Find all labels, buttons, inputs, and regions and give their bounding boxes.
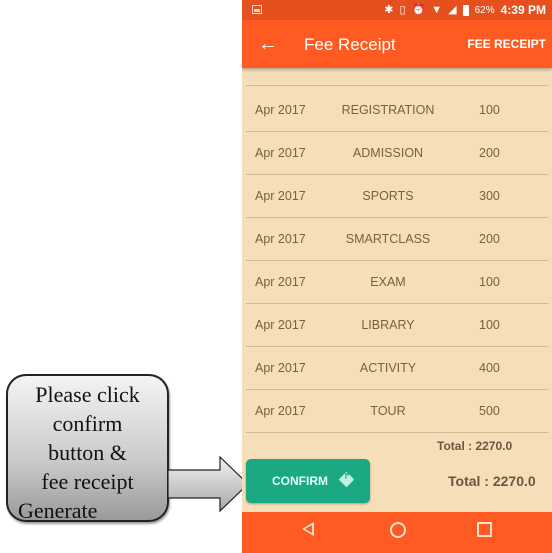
fee-month: Apr 2017 (255, 404, 306, 418)
fee-month: Apr 2017 (255, 103, 306, 117)
list-item: Apr 2017 EXAM 100 (242, 261, 552, 304)
fee-amount: 100 (479, 275, 500, 289)
fee-name: REGISTRATION (341, 103, 435, 117)
list-item: Apr 2017 LIBRARY 100 (242, 304, 552, 347)
callout-text: Please click confirm button & fee receip… (8, 380, 167, 525)
confirm-button[interactable]: CONFIRM (246, 459, 370, 503)
fee-name: TOUR (370, 404, 406, 418)
fee-amount: 500 (479, 404, 500, 418)
fee-amount: 100 (479, 103, 500, 117)
back-arrow-icon[interactable]: ← (258, 32, 278, 56)
fee-amount: 200 (479, 232, 500, 246)
footer-total: Total : 2270.0 (448, 473, 536, 489)
nav-home-icon[interactable] (390, 522, 406, 538)
fee-amount: 300 (479, 189, 500, 203)
fee-name: SPORTS (362, 189, 414, 203)
fee-name: EXAM (370, 275, 406, 289)
wifi-icon: ▼ (431, 4, 443, 16)
callout-line: fee receipt (41, 469, 134, 494)
list-item: Apr 2017 ACTIVITY 400 (242, 347, 552, 390)
nav-back-icon[interactable] (302, 522, 314, 536)
list-item-partial (242, 68, 552, 86)
pointer-arrow-icon (168, 456, 249, 512)
fee-amount: 100 (479, 318, 500, 332)
divider (246, 432, 548, 433)
callout-line: Please click (35, 382, 140, 407)
battery-icon (462, 4, 469, 16)
list-item: Apr 2017 TOUR 500 (242, 390, 552, 433)
fee-month: Apr 2017 (255, 146, 306, 160)
fee-name: ADMISSION (352, 146, 424, 160)
status-bar: ✱ ▯ ⏰ ▼ ◢ 62% 4:39 PM (242, 0, 552, 20)
callout-line: confirm (52, 411, 123, 436)
fee-name: ACTIVITY (359, 361, 417, 375)
fee-receipt-action[interactable]: FEE RECEIPT (467, 37, 546, 51)
list-item: Apr 2017 SPORTS 300 (242, 175, 552, 218)
fee-month: Apr 2017 (255, 232, 306, 246)
system-nav-bar (242, 512, 552, 553)
fee-name: LIBRARY (361, 318, 415, 332)
signal-icon: ◢ (448, 4, 457, 16)
clock: 4:39 PM (500, 3, 546, 17)
list-total: Total : 2270.0 (437, 439, 513, 453)
alarm-icon: ⏰ (411, 4, 426, 16)
battery-percent: 62% (474, 4, 495, 16)
callout-line: Generate (18, 498, 98, 523)
directions-icon (338, 471, 355, 488)
fee-name: SMARTCLASS (345, 232, 431, 246)
page-title: Fee Receipt (304, 35, 396, 54)
callout-line: button & (48, 440, 127, 465)
confirm-label: CONFIRM (272, 474, 328, 488)
bluetooth-icon: ✱ (384, 4, 394, 16)
fee-list[interactable]: Apr 2017 REGISTRATION 100 Apr 2017 ADMIS… (242, 68, 552, 436)
fee-amount: 400 (479, 361, 500, 375)
fee-month: Apr 2017 (255, 275, 306, 289)
list-item: Apr 2017 REGISTRATION 100 (242, 89, 552, 132)
instruction-callout: Please click confirm button & fee receip… (6, 374, 169, 525)
fee-amount: 200 (479, 146, 500, 160)
image-notification-icon (252, 5, 262, 14)
app-bar: ← Fee Receipt FEE RECEIPT (242, 20, 552, 68)
list-item: Apr 2017 ADMISSION 200 (242, 132, 552, 175)
fee-month: Apr 2017 (255, 361, 306, 375)
fee-month: Apr 2017 (255, 318, 306, 332)
vibrate-icon: ▯ (399, 4, 406, 16)
nav-recents-icon[interactable] (477, 522, 492, 537)
fee-month: Apr 2017 (255, 189, 306, 203)
list-item: Apr 2017 SMARTCLASS 200 (242, 218, 552, 261)
phone-screen: ✱ ▯ ⏰ ▼ ◢ 62% 4:39 PM ← Fee Receipt FEE … (242, 0, 552, 553)
